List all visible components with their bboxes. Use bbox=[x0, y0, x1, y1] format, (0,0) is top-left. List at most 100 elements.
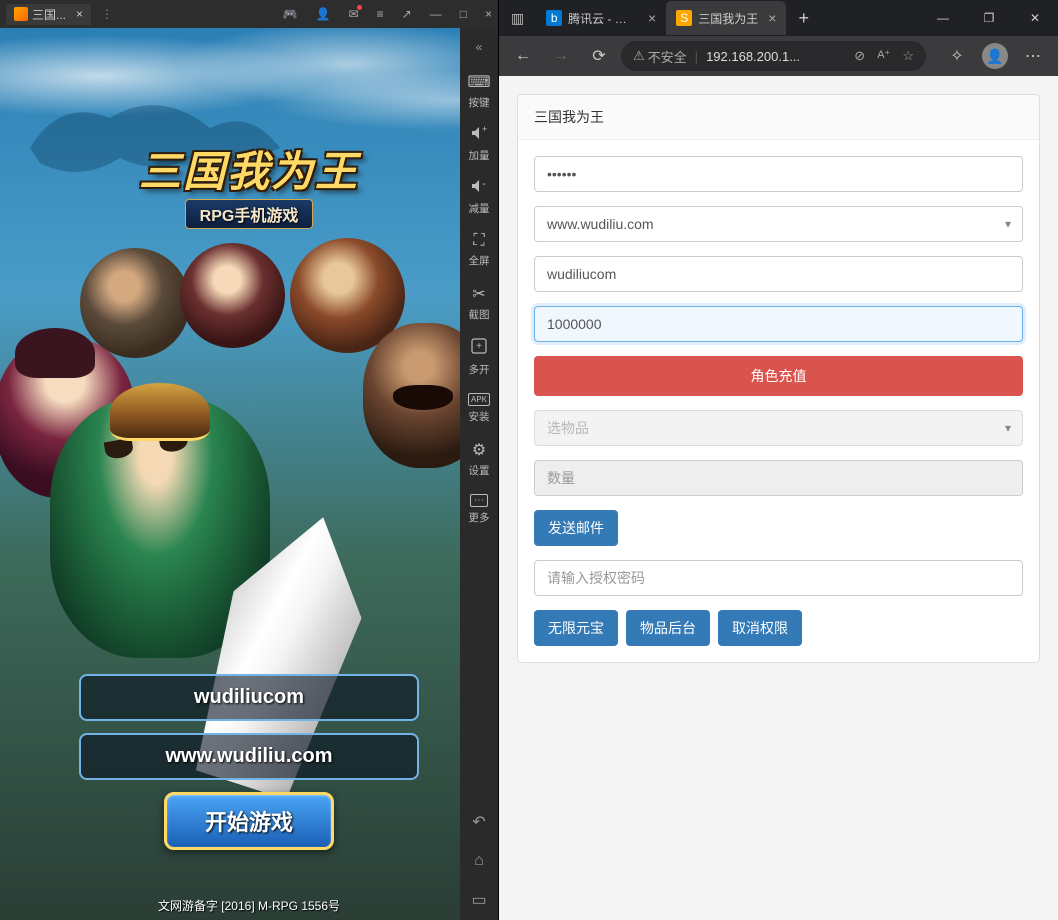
minimize-button[interactable]: ― bbox=[920, 0, 966, 36]
close-window-icon[interactable]: × bbox=[485, 7, 492, 21]
browser-tab-1[interactable]: b 腾讯云 - 搜狗 × bbox=[536, 1, 666, 35]
password-input[interactable] bbox=[534, 156, 1023, 192]
close-icon[interactable]: × bbox=[76, 7, 83, 21]
home-icon[interactable]: ⌂ bbox=[474, 852, 484, 870]
volume-down-icon: - bbox=[471, 179, 488, 198]
user-icon[interactable]: 👤 bbox=[316, 7, 331, 21]
address-bar[interactable]: ⚠ 不安全 | 192.168.200.1... ⊘ A⁺ ☆ bbox=[621, 41, 926, 71]
game-favicon bbox=[14, 7, 28, 21]
refresh-button[interactable]: ⟳ bbox=[583, 40, 615, 72]
recents-icon[interactable]: ▭ bbox=[471, 890, 486, 910]
tab-actions-icon[interactable]: ▥ bbox=[499, 10, 536, 27]
emulator-content: 三国我为王 RPG手机游戏 wudiliucom www.wudiliu.com… bbox=[0, 28, 498, 920]
sidebar-volume-up[interactable]: + 加量 bbox=[461, 118, 497, 171]
sidebar-fullscreen[interactable]: ⛶全屏 bbox=[461, 224, 497, 276]
gear-icon: ⚙ bbox=[472, 440, 486, 460]
back-button[interactable]: ← bbox=[507, 40, 539, 72]
forward-button[interactable]: → bbox=[545, 40, 577, 72]
close-button[interactable]: ✕ bbox=[1012, 0, 1058, 36]
share-icon[interactable]: ↗ bbox=[402, 7, 412, 21]
svg-text:+: + bbox=[482, 126, 487, 134]
sidebar-more[interactable]: ⋯ 更多 bbox=[461, 486, 497, 533]
emulator-window: 三国... × ⋮ 🎮 👤 ✉ ≡ ↗ — □ × 三国我为王 RPG手机游戏 bbox=[0, 0, 498, 920]
username-field[interactable]: wudiliucom bbox=[79, 674, 419, 721]
recharge-button[interactable]: 角色充值 bbox=[534, 356, 1023, 396]
sidebar-label: 减量 bbox=[469, 201, 490, 216]
reader-icon[interactable]: A⁺ bbox=[877, 48, 890, 64]
sidebar-apk[interactable]: APK 安装 bbox=[461, 385, 497, 432]
emulator-sidebar: « ⌨按键 +加量 -减量 ⛶全屏 ✂截图 +多开 APK安装 ⚙设置 ⋯更多 … bbox=[460, 28, 498, 920]
security-warning-icon[interactable]: ⚠ 不安全 bbox=[633, 47, 687, 66]
sidebar-label: 加量 bbox=[469, 148, 490, 163]
emulator-titlebar: 三国... × ⋮ 🎮 👤 ✉ ≡ ↗ — □ × bbox=[0, 0, 498, 28]
window-controls: ― ❐ ✕ bbox=[920, 0, 1058, 36]
emulator-tab[interactable]: 三国... × bbox=[6, 4, 91, 25]
sidebar-settings[interactable]: ⚙ 设置 bbox=[461, 432, 497, 486]
unlimited-gold-button[interactable]: 无限元宝 bbox=[534, 610, 618, 646]
username-input[interactable] bbox=[534, 256, 1023, 292]
browser-toolbar: ← → ⟳ ⚠ 不安全 | 192.168.200.1... ⊘ A⁺ ☆ ✧ … bbox=[499, 36, 1058, 76]
menu-icon[interactable]: ≡ bbox=[377, 7, 384, 21]
game-logo: 三国我为王 RPG手机游戏 bbox=[139, 138, 359, 229]
sidebar-keys[interactable]: ⌨ 按键 bbox=[461, 64, 497, 118]
maximize-icon[interactable]: □ bbox=[460, 7, 467, 21]
panel-body: www.wudiliu.com 角色充值 选物品 发送邮件 无限元宝 物品后台 bbox=[518, 140, 1039, 662]
collapse-sidebar-icon[interactable]: « bbox=[476, 34, 483, 64]
cancel-auth-button[interactable]: 取消权限 bbox=[718, 610, 802, 646]
volume-up-icon: + bbox=[471, 126, 488, 145]
apk-icon: APK bbox=[468, 393, 490, 406]
sidebar-label: 全屏 bbox=[469, 253, 490, 268]
svg-text:+: + bbox=[476, 341, 482, 352]
minimize-icon[interactable]: — bbox=[430, 7, 442, 21]
domain-select[interactable]: www.wudiliu.com bbox=[534, 206, 1023, 242]
profile-button[interactable]: 👤 bbox=[978, 40, 1012, 72]
sidebar-multi[interactable]: +多开 bbox=[461, 330, 497, 385]
sidebar-label: 更多 bbox=[469, 510, 490, 525]
mail-icon[interactable]: ✉ bbox=[349, 7, 359, 21]
browser-titlebar: ▥ b 腾讯云 - 搜狗 × S 三国我为王 × + ― ❐ ✕ bbox=[499, 0, 1058, 36]
action-buttons: 无限元宝 物品后台 取消权限 bbox=[534, 610, 1023, 646]
start-game-button[interactable]: 开始游戏 bbox=[164, 792, 334, 850]
password-icon[interactable]: ⊘ bbox=[854, 48, 865, 64]
more-icon: ⋯ bbox=[470, 494, 488, 507]
close-tab-icon[interactable]: × bbox=[768, 10, 776, 26]
emulator-tab-title: 三国... bbox=[32, 6, 66, 23]
toolbar-actions: ✧ 👤 ⋯ bbox=[940, 40, 1050, 72]
sidebar-label: 按键 bbox=[469, 95, 490, 110]
quantity-input[interactable] bbox=[534, 460, 1023, 496]
admin-panel: 三国我为王 www.wudiliu.com 角色充值 选物品 发送邮件 bbox=[517, 94, 1040, 663]
gamepad-icon[interactable]: 🎮 bbox=[283, 7, 298, 21]
sidebar-label: 设置 bbox=[469, 463, 490, 478]
menu-button[interactable]: ⋯ bbox=[1016, 40, 1050, 72]
amount-input[interactable] bbox=[534, 306, 1023, 342]
items-backend-button[interactable]: 物品后台 bbox=[626, 610, 710, 646]
maximize-button[interactable]: ❐ bbox=[966, 0, 1012, 36]
logo-subtitle: RPG手机游戏 bbox=[200, 208, 299, 225]
multi-instance-icon: + bbox=[471, 338, 487, 359]
favorite-icon[interactable]: ☆ bbox=[902, 48, 914, 64]
avatar-icon: 👤 bbox=[982, 43, 1008, 69]
url-text: 192.168.200.1... bbox=[706, 49, 846, 64]
back-icon[interactable]: ↶ bbox=[472, 812, 485, 832]
game-footer-text: 文网游备字 [2016] M-RPG 1556号 bbox=[0, 897, 498, 914]
auth-code-input[interactable] bbox=[534, 560, 1023, 596]
item-select-wrapper: 选物品 bbox=[534, 410, 1023, 446]
scissors-icon: ✂ bbox=[472, 284, 485, 304]
sidebar-screenshot[interactable]: ✂截图 bbox=[461, 276, 497, 330]
browser-tab-2[interactable]: S 三国我为王 × bbox=[666, 1, 786, 35]
emulator-window-controls: 🎮 👤 ✉ ≡ ↗ — □ × bbox=[283, 7, 492, 21]
domain-select-wrapper: www.wudiliu.com bbox=[534, 206, 1023, 242]
kebab-icon[interactable]: ⋮ bbox=[101, 7, 113, 21]
panel-title: 三国我为王 bbox=[518, 95, 1039, 140]
close-tab-icon[interactable]: × bbox=[648, 10, 656, 26]
item-select[interactable]: 选物品 bbox=[534, 410, 1023, 446]
keyboard-icon: ⌨ bbox=[467, 72, 490, 92]
logo-title: 三国我为王 bbox=[139, 138, 359, 199]
send-mail-button[interactable]: 发送邮件 bbox=[534, 510, 618, 546]
browser-window: ▥ b 腾讯云 - 搜狗 × S 三国我为王 × + ― ❐ ✕ ← → ⟳ ⚠… bbox=[498, 0, 1058, 920]
extensions-icon[interactable]: ✧ bbox=[940, 40, 974, 72]
new-tab-button[interactable]: + bbox=[786, 8, 821, 29]
sidebar-label: 安装 bbox=[469, 409, 490, 424]
sidebar-volume-down[interactable]: - 减量 bbox=[461, 171, 497, 224]
server-field[interactable]: www.wudiliu.com bbox=[79, 733, 419, 780]
